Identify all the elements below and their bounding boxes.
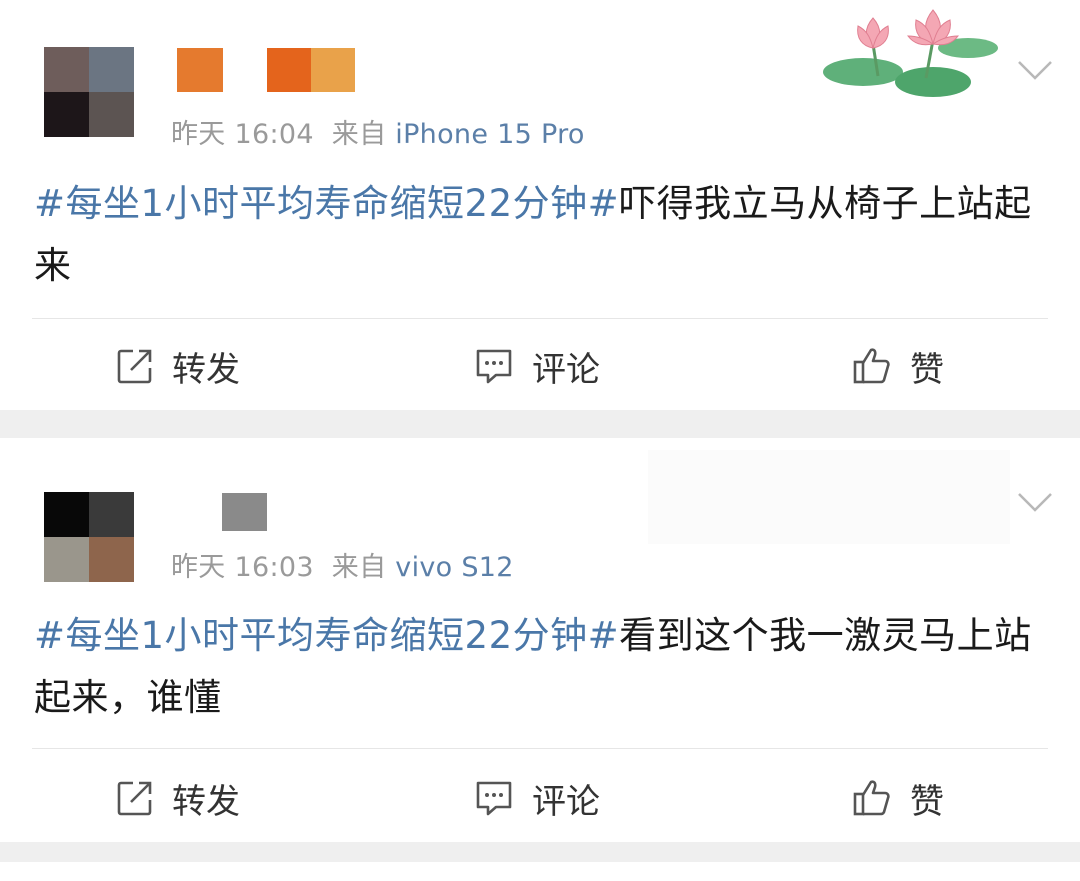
username-redacted[interactable] [222, 493, 267, 531]
post-source[interactable]: iPhone 15 Pro [395, 119, 584, 150]
avatar-tile [44, 537, 89, 582]
chevron-down-icon[interactable] [1016, 490, 1054, 514]
post-source[interactable]: vivo S12 [395, 552, 513, 583]
post-time: 昨天 16:04 [171, 119, 314, 150]
comment-icon [476, 349, 512, 384]
post-meta: 昨天 16:03 来自 vivo S12 [171, 545, 514, 584]
source-prefix: 来自 [331, 119, 387, 150]
hashtag-link[interactable]: #每坐1小时平均寿命缩短22分钟# [34, 614, 619, 657]
username-redacted[interactable] [311, 48, 355, 92]
username-redacted[interactable] [177, 48, 223, 92]
like-label: 赞 [910, 781, 944, 822]
next-post-edge [0, 862, 1080, 881]
thumbs-up-icon [853, 780, 890, 816]
action-bar: 转发 评论 赞 [0, 336, 1080, 396]
divider [32, 318, 1048, 319]
comment-label: 评论 [532, 781, 600, 822]
chevron-down-icon[interactable] [1016, 58, 1054, 82]
post-time: 昨天 16:03 [171, 552, 314, 583]
avatar-tile [44, 47, 89, 92]
post-text: #每坐1小时平均寿命缩短22分钟#看到这个我一激灵马上站起来，谁懂 [34, 605, 1054, 729]
source-prefix: 来自 [331, 552, 387, 583]
avatar[interactable] [44, 492, 134, 582]
repost-button[interactable]: 转发 [116, 336, 240, 396]
post-text: #每坐1小时平均寿命缩短22分钟#吓得我立马从椅子上站起来 [34, 173, 1054, 297]
avatar-tile [89, 47, 134, 92]
comment-button[interactable]: 评论 [474, 336, 600, 396]
like-button[interactable]: 赞 [852, 336, 944, 396]
hashtag-link[interactable]: #每坐1小时平均寿命缩短22分钟# [34, 182, 619, 225]
thumbs-up-icon [853, 348, 890, 384]
repost-label: 转发 [172, 781, 240, 822]
like-label: 赞 [910, 349, 944, 390]
avatar-tile [89, 92, 134, 137]
divider [32, 748, 1048, 749]
avatar-tile [89, 537, 134, 582]
repost-button[interactable]: 转发 [116, 768, 240, 828]
avatar-tile [44, 92, 89, 137]
action-bar: 转发 评论 赞 [0, 768, 1080, 828]
lotus-sticker [823, 9, 998, 97]
blurred-area [648, 450, 1010, 544]
comment-label: 评论 [532, 349, 600, 390]
username-redacted[interactable] [267, 48, 311, 92]
repost-label: 转发 [172, 349, 240, 390]
post-card[interactable]: 昨天 16:04 来自 iPhone 15 Pro #每坐1小时平均寿命缩短22分… [0, 0, 1080, 410]
post-meta: 昨天 16:04 来自 iPhone 15 Pro [171, 112, 585, 151]
repost-icon [117, 349, 152, 384]
avatar-tile [44, 492, 89, 537]
post-card[interactable]: 昨天 16:03 来自 vivo S12 #每坐1小时平均寿命缩短22分钟#看到这… [0, 438, 1080, 842]
weibo-feed: 昨天 16:04 来自 iPhone 15 Pro #每坐1小时平均寿命缩短22分… [0, 0, 1080, 881]
comment-button[interactable]: 评论 [474, 768, 600, 828]
comment-icon [476, 781, 512, 816]
repost-icon [117, 781, 152, 816]
like-button[interactable]: 赞 [852, 768, 944, 828]
avatar-tile [89, 492, 134, 537]
avatar[interactable] [44, 47, 134, 137]
